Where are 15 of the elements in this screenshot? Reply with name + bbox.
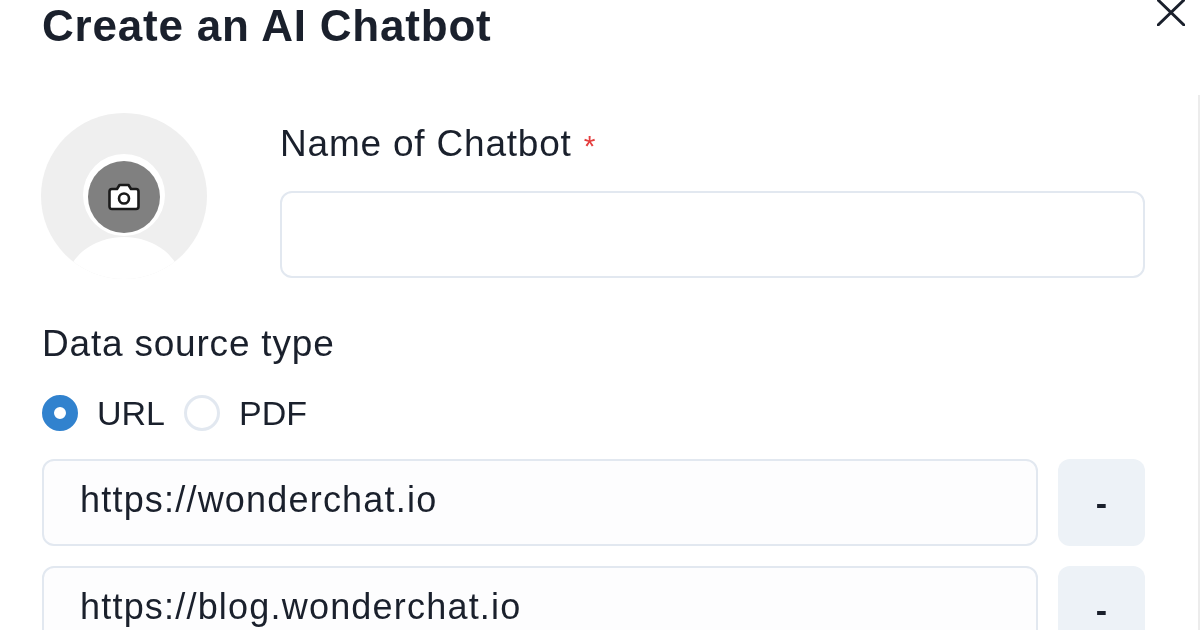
url-input-field[interactable]: https://blog.wonderchat.io [42, 566, 1038, 630]
section-label: Data source type [42, 322, 335, 366]
field-label: Name of Chatbot [280, 122, 572, 166]
close-button[interactable] [1157, 0, 1185, 26]
radio-label: PDF [239, 393, 308, 434]
name-input-field[interactable] [280, 191, 1145, 278]
required-mark: * [583, 128, 596, 164]
dialog-title: Create an AI Chatbot [42, 0, 492, 52]
remove-button[interactable]: - [1058, 459, 1145, 546]
camera-icon [107, 183, 141, 211]
url-input-field[interactable]: https://wonderchat.io [42, 459, 1038, 546]
radio-button[interactable] [42, 395, 78, 431]
remove-button[interactable]: - [1058, 566, 1145, 630]
close-icon [1157, 0, 1185, 26]
radio-label: URL [97, 393, 166, 434]
